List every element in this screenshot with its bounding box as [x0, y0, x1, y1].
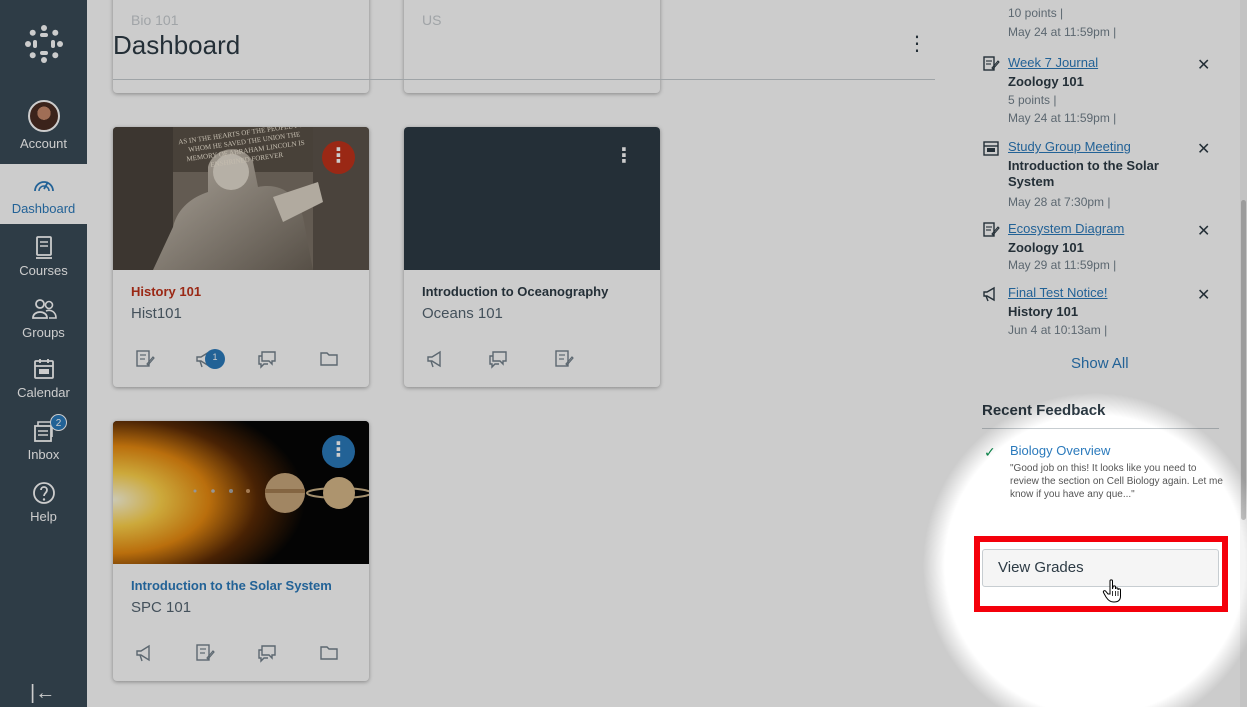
- checkmark-icon: ✓: [984, 444, 996, 460]
- dashboard-icon: [33, 181, 54, 192]
- card-menu-button[interactable]: ⋮: [322, 435, 355, 468]
- todo-date: Jun 4 at 10:13am |: [1008, 323, 1108, 337]
- todo-item: Ecosystem Diagram Zoology 101 May 29 at …: [982, 221, 1217, 272]
- todo-item: Week 7 Journal Zoology 101 5 points | Ma…: [982, 55, 1217, 130]
- discussions-icon[interactable]: [257, 349, 277, 369]
- todo-course: History 101: [1008, 304, 1079, 319]
- todo-date: May 24 at 11:59pm |: [1008, 111, 1117, 125]
- nav-label: Calendar: [17, 385, 70, 400]
- course-name[interactable]: Introduction to Oceanography: [422, 284, 608, 299]
- canvas-logo-icon[interactable]: [24, 24, 64, 64]
- calendar-icon: [33, 359, 54, 379]
- help-icon: [32, 482, 55, 504]
- todo-date: May 28 at 7:30pm |: [1008, 195, 1111, 209]
- announcements-icon[interactable]: [426, 349, 446, 369]
- todo-date: May 29 at 11:59pm |: [1008, 258, 1117, 272]
- courses-icon: [35, 236, 52, 259]
- card-menu-button[interactable]: ⋮: [614, 143, 634, 168]
- dismiss-icon[interactable]: ✕: [1197, 55, 1210, 75]
- todo-item: Final Test Notice! History 101 Jun 4 at …: [982, 285, 1217, 337]
- avatar: [27, 100, 60, 132]
- todo-item: 10 points | May 24 at 11:59pm |: [982, 0, 1217, 45]
- todo-title-link[interactable]: Ecosystem Diagram: [1008, 221, 1124, 236]
- todo-date: May 24 at 11:59pm |: [1008, 25, 1117, 39]
- todo-title-link[interactable]: Final Test Notice!: [1008, 285, 1107, 300]
- todo-course: Introduction to the Solar System: [1008, 158, 1159, 189]
- course-name[interactable]: Introduction to the Solar System: [131, 578, 332, 593]
- assignments-icon[interactable]: [195, 643, 215, 663]
- nav-item-groups[interactable]: Groups: [0, 296, 87, 346]
- todo-title-link[interactable]: Study Group Meeting: [1008, 139, 1131, 154]
- announcements-icon[interactable]: 1: [195, 349, 225, 369]
- calendar-event-icon: [983, 141, 999, 156]
- todo-course: Zoology 101: [1008, 74, 1084, 89]
- page-title: Dashboard: [113, 30, 241, 60]
- discussions-icon[interactable]: [257, 643, 277, 663]
- files-icon[interactable]: [319, 349, 339, 369]
- course-name[interactable]: History 101: [131, 284, 201, 299]
- assignment-icon: [983, 222, 1000, 237]
- assignments-icon[interactable]: [135, 349, 155, 369]
- todo-points: 5 points |: [1008, 93, 1057, 107]
- scrollbar-thumb[interactable]: [1241, 200, 1246, 520]
- divider: [982, 428, 1219, 429]
- dashboard-main: Bio 101 US Dashboard ⋮ AS IN THE HEARTS …: [87, 0, 957, 707]
- nav-label: Groups: [22, 325, 65, 340]
- assignment-icon: [983, 56, 1000, 71]
- nav-item-inbox[interactable]: 2 Inbox: [0, 414, 87, 468]
- show-all-link[interactable]: Show All: [1071, 355, 1129, 372]
- nav-label: Account: [20, 136, 67, 151]
- hand-cursor-icon: [1102, 579, 1121, 603]
- course-card-history[interactable]: AS IN THE HEARTS OF THE PEOPLE FOR WHOM …: [113, 127, 369, 387]
- unread-badge: 1: [205, 349, 225, 369]
- assignments-icon[interactable]: [554, 349, 574, 369]
- course-code: Hist101: [131, 305, 182, 322]
- global-nav: Account Dashboard Courses Groups Calenda…: [0, 0, 87, 707]
- feedback-comment: "Good job on this! It looks like you nee…: [1010, 463, 1223, 500]
- course-card-oceanography[interactable]: ⋮ Introduction to Oceanography Oceans 10…: [404, 127, 660, 387]
- todo-points: 10 points |: [1008, 6, 1064, 20]
- collapse-nav-icon[interactable]: |←: [30, 682, 55, 705]
- nav-label: Dashboard: [11, 201, 76, 216]
- course-code: SPC 101: [131, 599, 192, 616]
- announcements-icon[interactable]: [135, 643, 155, 663]
- announcement-icon: [983, 286, 995, 302]
- nav-label: Courses: [19, 263, 68, 278]
- course-code: Bio 101: [131, 12, 179, 28]
- divider: [113, 79, 935, 80]
- card-menu-button[interactable]: ⋮: [322, 141, 355, 174]
- inbox-unread-badge: 2: [50, 414, 67, 431]
- nav-item-account[interactable]: Account: [0, 100, 87, 158]
- groups-icon: [31, 299, 57, 319]
- dismiss-icon[interactable]: ✕: [1197, 139, 1210, 159]
- nav-item-help[interactable]: Help: [0, 480, 87, 530]
- course-card-solar-system[interactable]: ⋮ Introduction to the Solar System SPC 1…: [113, 421, 369, 681]
- feedback-title-link[interactable]: Biology Overview: [1010, 443, 1110, 458]
- dismiss-icon[interactable]: ✕: [1197, 285, 1210, 305]
- highlight-box: [974, 536, 1228, 612]
- course-code: Oceans 101: [422, 305, 503, 322]
- discussions-icon[interactable]: [488, 349, 508, 369]
- todo-course: Zoology 101: [1008, 240, 1084, 255]
- todo-item: Study Group Meeting Introduction to the …: [982, 139, 1217, 209]
- nav-item-courses[interactable]: Courses: [0, 234, 87, 284]
- nav-label: Help: [30, 509, 57, 524]
- files-icon[interactable]: [319, 643, 339, 663]
- dismiss-icon[interactable]: ✕: [1197, 221, 1210, 241]
- dashboard-options-icon[interactable]: ⋮: [907, 34, 927, 54]
- nav-item-dashboard[interactable]: Dashboard: [0, 164, 87, 224]
- nav-item-calendar[interactable]: Calendar: [0, 356, 87, 406]
- course-code: US: [422, 12, 442, 28]
- todo-title-link[interactable]: Week 7 Journal: [1008, 55, 1098, 70]
- recent-feedback-heading: Recent Feedback: [982, 402, 1106, 419]
- nav-label: Inbox: [27, 447, 60, 462]
